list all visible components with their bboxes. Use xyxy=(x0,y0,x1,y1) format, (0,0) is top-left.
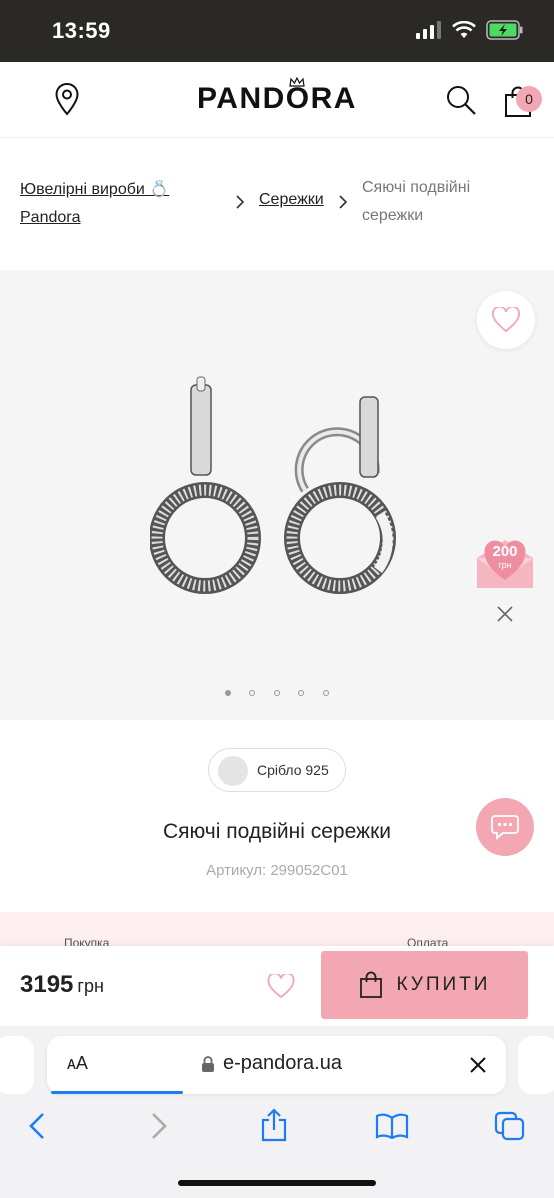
address-bar[interactable]: ᴀA e-pandora.ua xyxy=(47,1036,506,1094)
status-icons xyxy=(416,20,524,40)
browser-toolbar: ᴀA e-pandora.ua xyxy=(0,1026,554,1198)
heart-icon[interactable] xyxy=(267,974,295,999)
previous-tab-card[interactable] xyxy=(0,1036,34,1094)
signal-icon xyxy=(416,21,441,39)
breadcrumb-item-earrings[interactable]: Сережки xyxy=(259,191,324,209)
next-tab-card[interactable] xyxy=(518,1036,554,1094)
wishlist-button[interactable] xyxy=(477,291,535,349)
bookmarks-icon[interactable] xyxy=(375,1113,409,1139)
product-image xyxy=(150,376,396,594)
price-currency: грн xyxy=(77,976,104,996)
tabs-icon[interactable] xyxy=(494,1111,526,1141)
gallery-dot-2[interactable] xyxy=(249,690,255,696)
url-text: e-pandora.ua xyxy=(223,1052,342,1074)
shopping-bag-icon xyxy=(359,971,382,998)
material-selector[interactable]: Срібло 925 xyxy=(208,748,346,792)
site-header: PANDORA 0 xyxy=(0,62,554,138)
buy-bar: 3195 грн КУПИТИ xyxy=(0,946,554,1026)
search-icon[interactable] xyxy=(445,84,477,116)
material-label: Срібло 925 xyxy=(257,762,329,778)
page-load-progress xyxy=(51,1091,183,1094)
gallery-dot-3[interactable] xyxy=(274,690,280,696)
product-gallery[interactable]: 200 грн xyxy=(0,270,554,720)
gallery-dot-5[interactable] xyxy=(323,690,329,696)
cart-button[interactable]: 0 xyxy=(504,82,544,122)
logo-crown-icon xyxy=(289,77,305,87)
gallery-dot-1[interactable] xyxy=(225,690,231,696)
product-title: Сяючі подвійні сережки xyxy=(162,820,392,843)
close-icon[interactable] xyxy=(496,605,514,623)
home-indicator xyxy=(178,1180,376,1186)
buy-button-label: КУПИТИ xyxy=(396,974,491,995)
product-sku: Артикул: 299052C01 xyxy=(206,862,348,879)
lock-icon xyxy=(202,1056,214,1072)
breadcrumb-item-jewelry[interactable]: Ювелірні вироби 💍 Pandora xyxy=(20,176,169,232)
back-icon[interactable] xyxy=(28,1112,46,1140)
buy-button[interactable]: КУПИТИ xyxy=(321,951,528,1019)
promo-badge[interactable]: 200 грн xyxy=(475,532,535,590)
battery-charging-icon xyxy=(486,20,523,40)
cart-count-badge: 0 xyxy=(516,86,542,112)
share-icon[interactable] xyxy=(260,1108,288,1142)
chevron-right-icon xyxy=(339,195,348,209)
text-size-button[interactable]: ᴀA xyxy=(67,1053,88,1074)
price: 3195 грн xyxy=(20,971,104,999)
breadcrumb: Ювелірні вироби 💍 Pandora Сережки Сяючі … xyxy=(0,138,554,270)
cart-count: 0 xyxy=(525,91,533,107)
breadcrumb-current-line2: сережки xyxy=(362,207,424,224)
breadcrumb-item-current: Сяючі подвійні сережки xyxy=(362,174,470,230)
breadcrumb-jewelry-line2[interactable]: Pandora xyxy=(20,204,169,232)
status-bar: 13:59 xyxy=(0,0,554,62)
status-time: 13:59 xyxy=(52,18,111,43)
breadcrumb-current-line1: Сяючі подвійні xyxy=(362,179,471,196)
promo-unit: грн xyxy=(498,560,512,570)
forward-icon[interactable] xyxy=(150,1112,168,1140)
chevron-right-icon xyxy=(236,195,245,209)
close-icon[interactable] xyxy=(469,1056,487,1074)
promo-amount: 200 xyxy=(492,543,518,560)
wifi-icon xyxy=(452,21,476,38)
breadcrumb-jewelry-line1[interactable]: Ювелірні вироби 💍 xyxy=(20,176,169,204)
heart-icon xyxy=(492,307,520,333)
material-swatch xyxy=(218,756,248,786)
price-value: 3195 xyxy=(20,971,74,998)
gallery-dot-4[interactable] xyxy=(298,690,304,696)
